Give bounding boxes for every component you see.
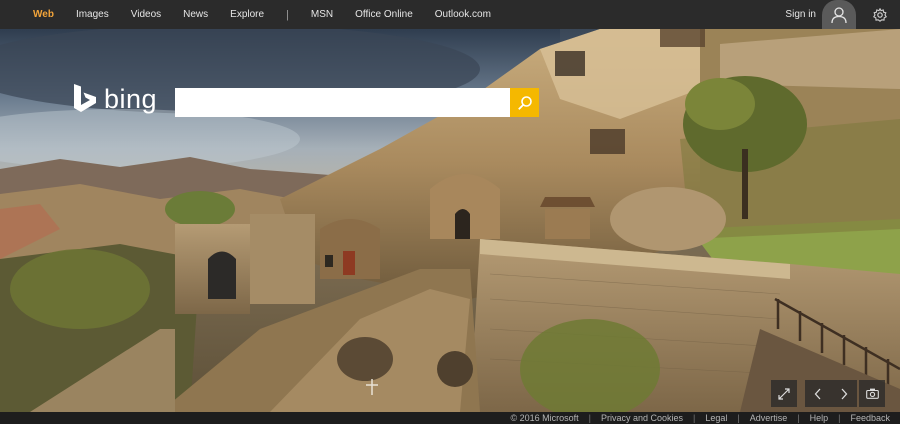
- chevron-left-icon: [814, 388, 821, 399]
- gear-icon: [873, 7, 887, 22]
- nav-web[interactable]: Web: [33, 9, 54, 20]
- nav-explore[interactable]: Explore: [230, 9, 264, 20]
- nav-bar: Web Images Videos News Explore | MSN Off…: [0, 0, 513, 29]
- footer: © 2016 Microsoft | Privacy and Cookies |…: [0, 412, 900, 424]
- footer-divider: |: [693, 413, 696, 423]
- footer-divider: |: [797, 413, 800, 423]
- logo-text: bing: [104, 83, 158, 114]
- footer-divider: |: [588, 413, 591, 423]
- bing-logo[interactable]: bing: [72, 83, 157, 115]
- footer-link-feedback[interactable]: Feedback: [850, 413, 890, 423]
- footer-link-help[interactable]: Help: [810, 413, 829, 423]
- sign-in-link[interactable]: Sign in: [785, 9, 816, 20]
- nav-separator: |: [286, 8, 289, 21]
- next-image-button[interactable]: [831, 380, 857, 407]
- footer-link-privacy[interactable]: Privacy and Cookies: [601, 413, 683, 423]
- nav-videos[interactable]: Videos: [131, 9, 161, 20]
- footer-link-legal[interactable]: Legal: [705, 413, 727, 423]
- copyright-text: © 2016 Microsoft: [510, 413, 579, 423]
- search-icon: [517, 95, 532, 110]
- footer-divider: |: [737, 413, 740, 423]
- user-icon: [831, 6, 847, 23]
- nav-news[interactable]: News: [183, 9, 208, 20]
- camera-icon: [865, 388, 879, 399]
- nav-office-online[interactable]: Office Online: [355, 9, 413, 20]
- search-input[interactable]: [175, 88, 510, 117]
- footer-divider: |: [838, 413, 841, 423]
- chevron-right-icon: [841, 388, 848, 399]
- top-bar: Web Images Videos News Explore | MSN Off…: [0, 0, 900, 29]
- image-info-button[interactable]: [859, 380, 885, 407]
- expand-icon: [778, 387, 790, 400]
- settings-button[interactable]: [866, 0, 894, 29]
- account-area: Sign in: [785, 0, 900, 29]
- nav-images[interactable]: Images: [76, 9, 109, 20]
- previous-image-button[interactable]: [805, 380, 831, 407]
- search-button[interactable]: [510, 88, 539, 117]
- nav-msn[interactable]: MSN: [311, 9, 333, 20]
- expand-button[interactable]: [771, 380, 797, 407]
- footer-link-advertise[interactable]: Advertise: [750, 413, 788, 423]
- bing-b-icon: [74, 84, 96, 112]
- avatar[interactable]: [822, 0, 856, 29]
- nav-outlook[interactable]: Outlook.com: [435, 9, 491, 20]
